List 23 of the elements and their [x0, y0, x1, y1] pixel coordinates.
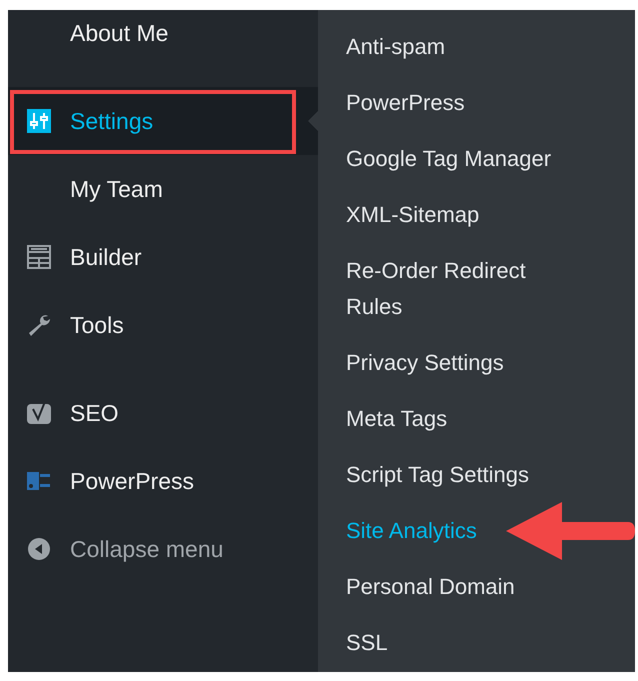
submenu-item[interactable]: Site Analytics [318, 503, 586, 559]
submenu-item[interactable]: Re-Order Redirect Rules [318, 243, 586, 335]
menu-item[interactable]: Collapse menu [8, 515, 318, 583]
submenu-item[interactable]: XML-Sitemap [318, 187, 586, 243]
submenu-item[interactable]: PowerPress [318, 75, 586, 131]
submenu-item[interactable]: Meta Tags [318, 391, 586, 447]
submenu-item[interactable]: SSL [318, 615, 586, 671]
wrench-icon [27, 313, 51, 337]
submenu-item[interactable]: Google Tag Manager [318, 131, 586, 187]
menu-item[interactable]: Builder [8, 223, 318, 291]
menu-item[interactable]: About Me [8, 10, 318, 67]
table-icon [27, 245, 51, 269]
menu-item[interactable]: My Team [8, 155, 318, 223]
menu-item[interactable]: Tools [8, 291, 318, 359]
menu-item[interactable]: SEO [8, 379, 318, 447]
submenu-item[interactable]: Script Tag Settings [318, 447, 586, 503]
submenu-item[interactable]: Privacy Settings [318, 335, 586, 391]
submenu-item[interactable]: Personal Domain [318, 559, 586, 615]
menu-item[interactable]: PowerPress [8, 447, 318, 515]
submenu-item[interactable]: Anti-spam [318, 19, 586, 75]
blocks-icon [27, 469, 51, 493]
settings-icon [27, 109, 51, 133]
collapse-icon [27, 537, 51, 561]
